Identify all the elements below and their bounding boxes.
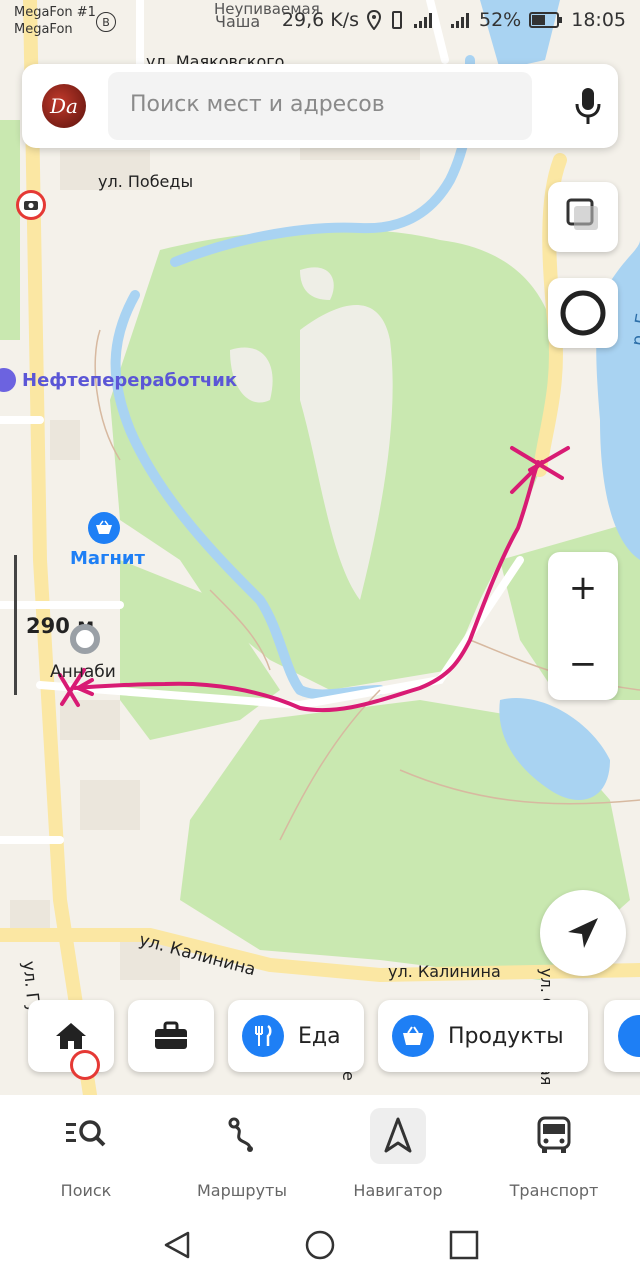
- layers-icon: [566, 198, 598, 230]
- tab-navigator-label: Навигатор: [353, 1181, 443, 1200]
- signal-icon: [414, 13, 432, 28]
- bottom-tab-bar: Поиск Маршруты Навигатор Транспорт: [0, 1095, 640, 1215]
- battery-icon: [529, 12, 563, 28]
- my-location-button[interactable]: [540, 890, 626, 976]
- basket-icon: [96, 520, 112, 534]
- fork-knife-icon: [242, 1015, 284, 1057]
- bus-icon: [537, 1116, 571, 1153]
- status-right: 29,6 K/s 52% 18:05: [282, 9, 626, 31]
- search-input[interactable]: Поиск мест и адресов: [108, 72, 532, 140]
- home-icon: [56, 1023, 86, 1049]
- chip-groceries-label: Продукты: [448, 1023, 564, 1049]
- briefcase-icon: [155, 1021, 187, 1049]
- route-icon: [228, 1117, 253, 1152]
- tab-transport[interactable]: Транспорт: [484, 1095, 624, 1215]
- layers-button[interactable]: [548, 182, 618, 252]
- magnit-marker[interactable]: [88, 512, 120, 544]
- more-category-icon: [618, 1015, 640, 1057]
- chip-groceries[interactable]: Продукты: [378, 1000, 588, 1072]
- alice-icon: [560, 290, 606, 336]
- back-icon[interactable]: [162, 1229, 194, 1261]
- map-view[interactable]: Неупиваемая Чаша ул. Маяковского ул. Поб…: [0, 0, 640, 1095]
- poi-neftepererabotchik[interactable]: Нефтепереработчик: [22, 370, 237, 391]
- location-icon: [367, 10, 381, 30]
- tab-search[interactable]: Поиск: [16, 1095, 156, 1215]
- zoom-controls: + −: [548, 552, 618, 700]
- camera-icon: [24, 201, 38, 210]
- navigation-arrow-icon: [568, 918, 598, 948]
- search-placeholder: Поиск мест и адресов: [130, 92, 385, 117]
- camera-marker-bottom[interactable]: [70, 1050, 100, 1080]
- zoom-in-button[interactable]: +: [548, 552, 618, 624]
- carrier-1: MegaFon #1: [14, 5, 96, 20]
- clock: 18:05: [571, 9, 626, 31]
- avatar[interactable]: Da: [42, 84, 86, 128]
- microphone-icon[interactable]: [572, 86, 604, 126]
- recents-icon[interactable]: [448, 1229, 480, 1261]
- zoom-out-button[interactable]: −: [548, 628, 618, 700]
- net-speed: 29,6 K/s: [281, 9, 359, 31]
- poi-annabi[interactable]: Аннаби: [50, 662, 116, 682]
- poi-magnit[interactable]: Магнит: [70, 548, 145, 569]
- street-kalinina-2: ул. Калинина: [388, 962, 501, 981]
- camera-marker[interactable]: [16, 190, 46, 220]
- carrier-info: MegaFon #1 MegaFon: [14, 4, 96, 38]
- tab-routes[interactable]: Маршруты: [172, 1095, 312, 1215]
- home-nav-icon[interactable]: [304, 1229, 336, 1261]
- chip-food-label: Еда: [298, 1023, 341, 1049]
- tab-routes-label: Маршруты: [197, 1181, 287, 1200]
- signal-2-icon: [451, 13, 469, 28]
- vibrate-icon: [392, 11, 402, 29]
- tab-transport-label: Транспорт: [509, 1181, 599, 1200]
- system-nav-bar: [0, 1215, 640, 1280]
- search-bar[interactable]: Da Поиск мест и адресов: [22, 64, 618, 148]
- chip-work[interactable]: [128, 1000, 214, 1072]
- chip-food[interactable]: Еда: [228, 1000, 364, 1072]
- tab-navigator[interactable]: Навигатор: [328, 1095, 468, 1215]
- bluetooth-badge: B: [96, 12, 116, 32]
- tab-search-label: Поиск: [60, 1181, 112, 1200]
- navigator-icon: [370, 1108, 426, 1164]
- basket-icon: [392, 1015, 434, 1057]
- status-bar: MegaFon #1 MegaFon B 29,6 K/s 52% 18:05: [0, 0, 640, 46]
- street-pobedy: ул. Победы: [98, 172, 194, 191]
- alice-button[interactable]: [548, 278, 618, 348]
- annabi-marker[interactable]: [70, 624, 100, 654]
- chip-more[interactable]: [604, 1000, 640, 1072]
- carrier-2: MegaFon: [14, 22, 73, 37]
- search-list-icon: [66, 1120, 106, 1147]
- battery-percent: 52%: [479, 9, 522, 31]
